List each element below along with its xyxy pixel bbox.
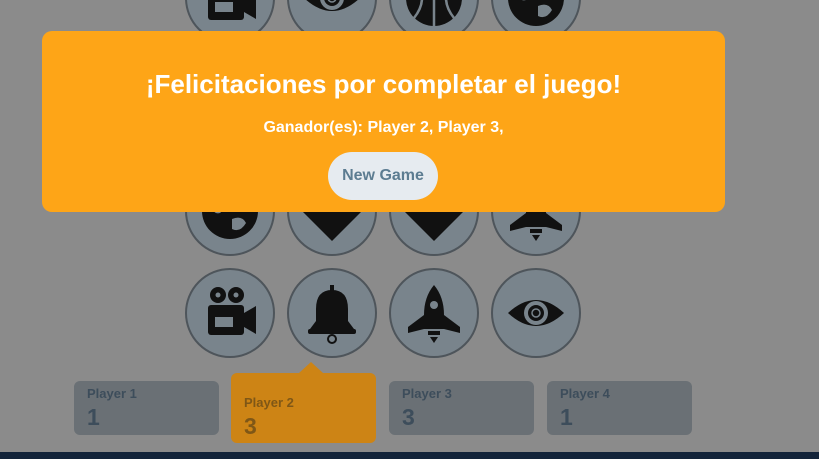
eye-icon — [306, 0, 358, 11]
film-camera-icon — [208, 0, 256, 20]
game-complete-dialog: ¡Felicitaciones por completar el juego! … — [42, 31, 725, 212]
bell-icon — [308, 285, 356, 344]
new-game-button[interactable]: New Game — [328, 152, 438, 200]
player-name: Player 2 — [244, 395, 294, 410]
globe-icon — [508, 0, 564, 26]
player-card-2-active: Player 2 3 — [231, 373, 376, 443]
player-card-3: Player 3 3 — [389, 381, 534, 435]
winners-text: Ganador(es): Player 2, Player 3, — [263, 119, 504, 136]
tile-bell[interactable] — [287, 268, 377, 358]
player-score: 1 — [560, 404, 573, 430]
basketball-icon — [406, 0, 462, 26]
film-camera-icon — [208, 287, 256, 335]
eye-icon — [508, 300, 564, 326]
player-name: Player 3 — [402, 386, 452, 401]
player-score: 3 — [244, 413, 257, 439]
active-player-indicator — [299, 362, 323, 373]
tile-rocket[interactable] — [389, 268, 479, 358]
player-card-1: Player 1 1 — [74, 381, 219, 435]
player-name: Player 1 — [87, 386, 137, 401]
player-score: 1 — [87, 404, 100, 430]
player-score: 3 — [402, 404, 415, 430]
tile-eye[interactable] — [491, 268, 581, 358]
player-card-4: Player 4 1 — [547, 381, 692, 435]
tile-film-camera[interactable] — [185, 268, 275, 358]
rocket-icon — [408, 285, 460, 343]
player-name: Player 4 — [560, 386, 610, 401]
dialog-title: ¡Felicitaciones por completar el juego! — [145, 69, 622, 99]
bottom-bar — [0, 452, 819, 459]
